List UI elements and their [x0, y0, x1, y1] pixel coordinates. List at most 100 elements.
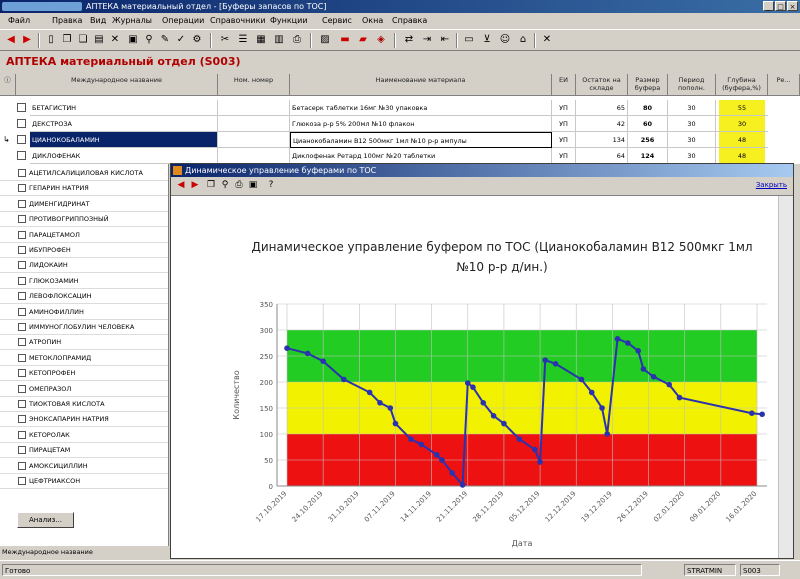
chart-icon[interactable]: ▨: [318, 33, 332, 47]
column-header[interactable]: Международное название: [16, 74, 218, 96]
menu-references[interactable]: Справочники: [210, 16, 266, 25]
minimize-button[interactable]: _: [763, 1, 774, 11]
list-item[interactable]: АЦЕТИЛСАЛИЦИЛОВАЯ КИСЛОТА: [0, 166, 168, 181]
column-header[interactable]: Размер буфера: [628, 74, 668, 96]
import-icon[interactable]: ⇤: [438, 33, 452, 47]
column-header[interactable]: Остаток на складе: [576, 74, 628, 96]
list-item[interactable]: ТИОКТОВАЯ КИСЛОТА: [0, 397, 168, 412]
menu-journals[interactable]: Журналы: [112, 16, 152, 25]
print-icon[interactable]: ⎙: [290, 33, 304, 47]
menu-operations[interactable]: Операции: [162, 16, 204, 25]
cut-icon[interactable]: ✂: [218, 33, 232, 47]
back-icon[interactable]: ◀: [175, 179, 187, 191]
delete-icon[interactable]: ✕: [108, 33, 122, 47]
transfer-icon[interactable]: ⇄: [402, 33, 416, 47]
menu-help[interactable]: Справка: [392, 16, 427, 25]
list-item[interactable]: ГЕПАРИН НАТРИЯ: [0, 181, 168, 197]
list-item[interactable]: КЕТОРОЛАК: [0, 428, 168, 443]
find-icon[interactable]: ⚲: [142, 33, 156, 47]
copy-icon[interactable]: ❐: [60, 33, 74, 47]
table-row[interactable]: ДИКЛОФЕНАК Диклофенак Ретард 100мг №20 т…: [0, 148, 800, 164]
list-item[interactable]: ОМЕПРАЗОЛ: [0, 382, 168, 397]
menu-windows[interactable]: Окна: [362, 16, 383, 25]
menu-service[interactable]: Сервис: [322, 16, 352, 25]
duplicate-icon[interactable]: ❏: [76, 33, 90, 47]
table-info-icon: ⓘ: [0, 74, 16, 96]
list-item[interactable]: КЕТОПРОФЕН: [0, 366, 168, 382]
column-header[interactable]: Период пополн.: [668, 74, 716, 96]
list-item[interactable]: ПИРАЦЕТАМ: [0, 443, 168, 459]
table-row[interactable]: ДЕКСТРОЗА Глюкоза р-р 5% 200мл №10 флако…: [0, 116, 800, 132]
filter-icon[interactable]: ⊻: [480, 33, 494, 47]
save-icon[interactable]: ▣: [126, 33, 140, 47]
column-header[interactable]: Ном. номер: [218, 74, 290, 96]
document-icon: [18, 261, 26, 270]
menu-bar: Файл Правка Вид Журналы Операции Справоч…: [0, 14, 800, 28]
list-item[interactable]: МЕТОКЛОПРАМИД: [0, 351, 168, 366]
close-window-icon[interactable]: ✕: [540, 33, 554, 47]
list-item[interactable]: ПРОТИВОГРИППОЗНЫЙ: [0, 212, 168, 228]
print-icon[interactable]: ⎙: [233, 179, 245, 191]
close-link[interactable]: Закрыть: [756, 181, 787, 189]
export-icon[interactable]: ⇥: [420, 33, 434, 47]
close-button[interactable]: ×: [787, 1, 798, 11]
copy-icon[interactable]: ❐: [205, 179, 217, 191]
car-icon[interactable]: ▬: [338, 33, 352, 47]
list-item[interactable]: ИБУПРОФЕН: [0, 243, 168, 258]
table-row-selected[interactable]: ↳ ЦИАНОКОБАЛАМИН Цианокобаламин В12 500м…: [0, 132, 800, 148]
menu-file[interactable]: Файл: [8, 16, 30, 25]
column-header[interactable]: Наименование материала: [290, 74, 552, 96]
maximize-button[interactable]: □: [775, 1, 786, 11]
tag-icon[interactable]: ✎: [158, 33, 172, 47]
settings-icon[interactable]: ⚙: [190, 33, 204, 47]
chart-title: Динамическое управление буфером по TOC (…: [251, 240, 752, 254]
list-item-label: ОМЕПРАЗОЛ: [29, 384, 72, 393]
vertical-scrollbar[interactable]: [778, 196, 793, 558]
list-item[interactable]: ИММУНОГЛОБУЛИН ЧЕЛОВЕКА: [0, 320, 168, 335]
menu-view[interactable]: Вид: [90, 16, 106, 25]
depth-value: 48: [719, 148, 765, 163]
list-item[interactable]: ЦЕФТРИАКСОН: [0, 474, 168, 489]
forward-icon[interactable]: ▶: [189, 179, 201, 191]
x-tick-label: 17.10.2019: [254, 490, 288, 524]
help-icon[interactable]: ?: [265, 179, 277, 191]
paste-icon[interactable]: ▤: [92, 33, 106, 47]
list-item-label: ПАРАЦЕТАМОЛ: [29, 230, 80, 239]
list-item[interactable]: АМИНОФИЛЛИН: [0, 305, 168, 320]
shield-icon[interactable]: ◈: [374, 33, 388, 47]
menu-edit[interactable]: Правка: [52, 16, 82, 25]
column-header[interactable]: Ре...: [768, 74, 800, 96]
save-icon[interactable]: ▣: [247, 179, 259, 191]
list-item[interactable]: АМОКСИЦИЛЛИН: [0, 459, 168, 474]
back-icon[interactable]: ◀: [4, 33, 18, 47]
list-icon[interactable]: ☰: [236, 33, 250, 47]
data-point: [501, 420, 507, 427]
home-icon[interactable]: ⌂: [516, 33, 530, 47]
menu-functions[interactable]: Функции: [270, 16, 308, 25]
zoom-icon[interactable]: ⚲: [219, 179, 231, 191]
users-icon[interactable]: ☺: [498, 33, 512, 47]
new-document-icon[interactable]: ▯: [44, 33, 58, 47]
list-item[interactable]: ПАРАЦЕТАМОЛ: [0, 228, 168, 243]
grid-icon[interactable]: ▦: [254, 33, 268, 47]
column-header[interactable]: ЕИ: [552, 74, 576, 96]
truck-icon[interactable]: ▰: [356, 33, 370, 47]
list-item[interactable]: ДИМЕНГИДРИНАТ: [0, 197, 168, 212]
data-point: [542, 357, 549, 363]
list-item[interactable]: АТРОПИН: [0, 335, 168, 351]
list-item[interactable]: ГЛЮКОЗАМИН: [0, 274, 168, 289]
list-item[interactable]: ЭНОКСАПАРИН НАТРИЯ: [0, 412, 168, 428]
analysis-button[interactable]: Анализ...: [17, 512, 74, 528]
report-icon[interactable]: ▥: [272, 33, 286, 47]
list-item[interactable]: ЛЕВОФЛОКСАЦИН: [0, 289, 168, 305]
chart-window-titlebar[interactable]: Динамическое управление буферами по TOC: [171, 164, 793, 177]
list-item[interactable]: ЛИДОКАИН: [0, 258, 168, 274]
status-user: STRATMIN: [684, 564, 736, 576]
table-row[interactable]: БЕТАГИСТИН Бетасерк таблетки 16мг №30 уп…: [0, 100, 800, 116]
column-header[interactable]: Глубина (буфера,%): [716, 74, 768, 96]
forward-icon[interactable]: ▶: [20, 33, 34, 47]
cell-name: ДЕКСТРОЗА: [30, 116, 218, 132]
data-point: [666, 381, 672, 388]
mark-icon[interactable]: ✓: [174, 33, 188, 47]
folder-icon[interactable]: ▭: [462, 33, 476, 47]
